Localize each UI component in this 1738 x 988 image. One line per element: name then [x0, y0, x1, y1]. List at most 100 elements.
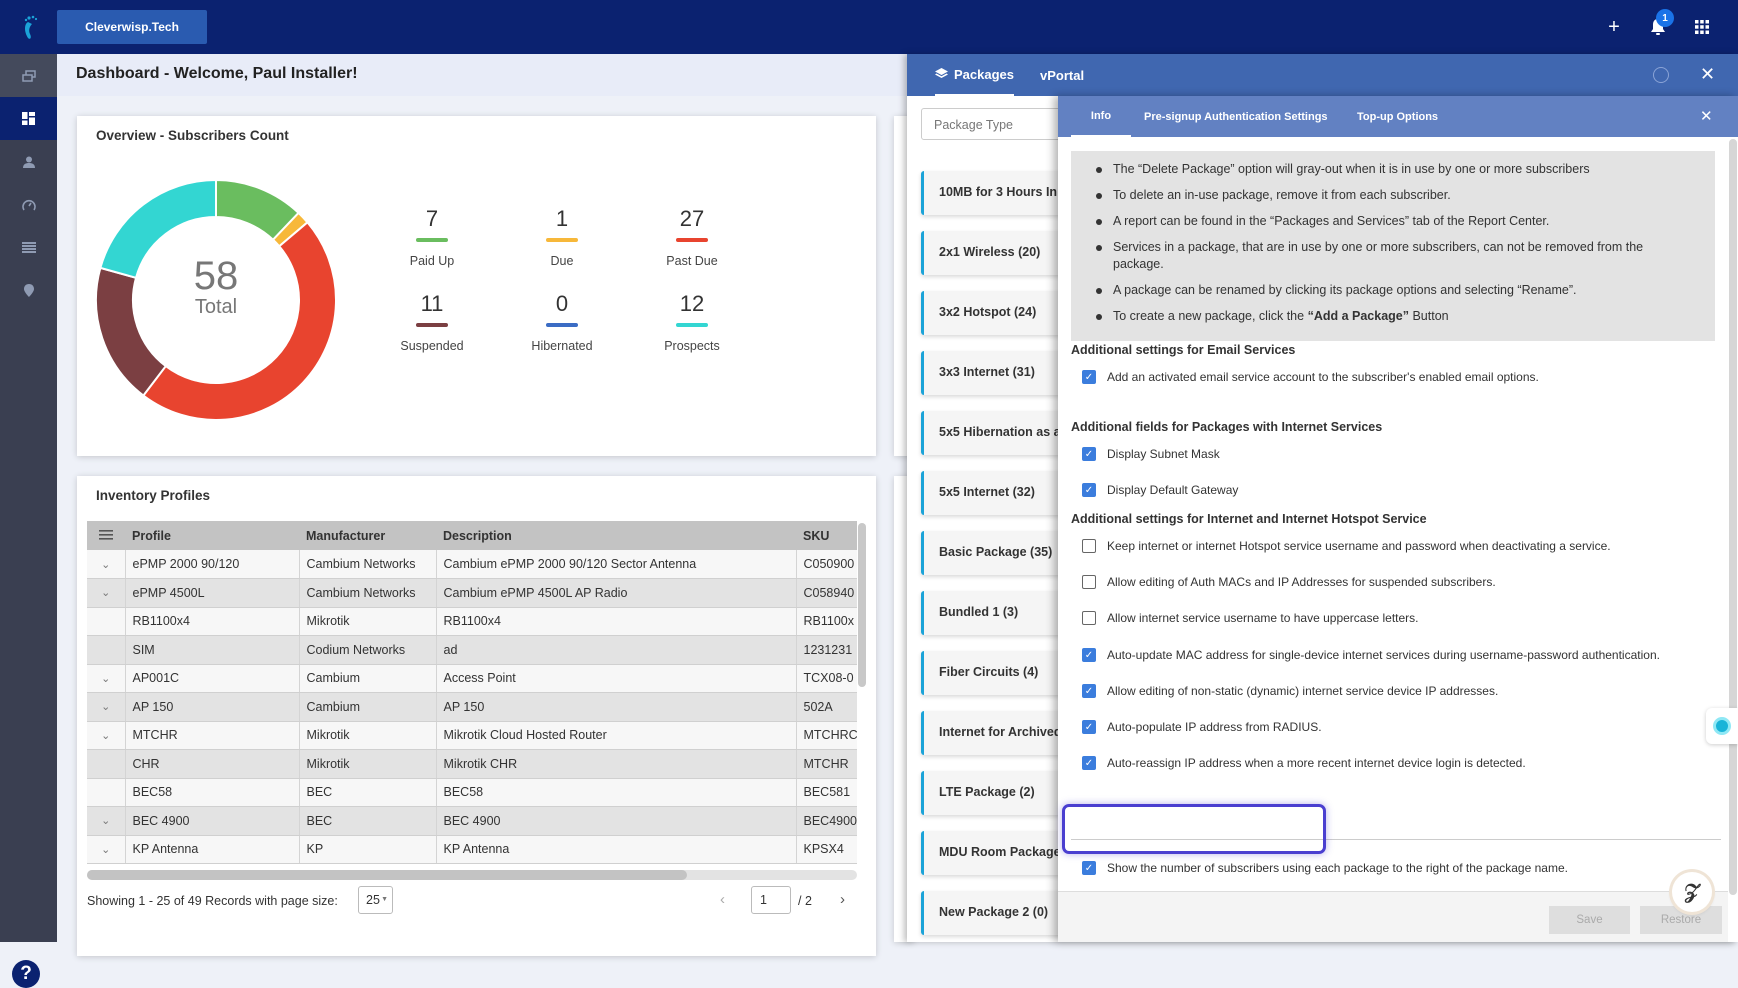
checkbox-option[interactable]: ✓ Display Subnet Mask — [1082, 447, 1220, 461]
package-item[interactable]: 5x5 Hibernation as a — [921, 411, 1058, 455]
cell-manufacturer: BEC — [299, 778, 437, 807]
package-item[interactable]: 10MB for 3 Hours In — [921, 171, 1058, 215]
expand-chevron-icon[interactable]: ⌄ — [87, 806, 126, 836]
page-size-select[interactable]: 25 ▼ — [358, 886, 393, 914]
column-header-profile[interactable]: Profile — [125, 521, 299, 550]
table-row[interactable]: ⌄ AP001C Cambium Access Point TCX08-0 — [87, 664, 857, 693]
stat-past-due[interactable]: 27 Past Due — [637, 206, 747, 270]
tab-presignup-auth[interactable]: Pre-signup Authentication Settings — [1144, 96, 1328, 137]
table-row[interactable]: RB1100x4 Mikrotik RB1100x4 RB1100x — [87, 607, 857, 636]
package-item[interactable]: 5x5 Internet (32) — [921, 471, 1058, 515]
stat-paid-up[interactable]: 7 Paid Up — [377, 206, 487, 270]
package-item[interactable]: 3x3 Internet (31) — [921, 351, 1058, 395]
package-type-select[interactable]: Package Type — [921, 108, 1058, 140]
checkbox-option[interactable]: ✓ Auto-reassign IP address when a more re… — [1082, 756, 1526, 770]
sidebar-item-gauge[interactable] — [0, 183, 57, 226]
table-row[interactable]: ⌄ BEC 4900 BEC BEC 4900 BEC4900 — [87, 806, 857, 836]
table-row[interactable]: CHR Mikrotik Mikrotik CHR MTCHR — [87, 749, 857, 779]
restore-button[interactable]: Restore — [1640, 906, 1722, 934]
layers-icon — [935, 68, 948, 78]
save-button[interactable]: Save — [1549, 906, 1630, 934]
checkbox-option[interactable]: Allow internet service username to have … — [1082, 611, 1419, 625]
package-item[interactable]: Bundled 1 (3) — [921, 591, 1058, 635]
checkbox-option[interactable]: Keep internet or internet Hotspot servic… — [1082, 539, 1611, 553]
stat-due[interactable]: 1 Due — [507, 206, 617, 270]
package-item[interactable]: Internet for Archived — [921, 711, 1058, 755]
tab-packages[interactable]: Packages — [935, 54, 1014, 96]
stat-value: 27 — [679, 206, 705, 231]
prev-page-icon[interactable]: ‹ — [720, 891, 725, 908]
donut-slice-past-due[interactable] — [141, 220, 336, 420]
checkbox-show-count[interactable]: ✓ Show the number of subscribers using e… — [1082, 861, 1568, 875]
package-item[interactable]: 2x1 Wireless (20) — [921, 231, 1058, 275]
sidebar-item-map[interactable] — [0, 269, 57, 312]
package-item[interactable]: New Package 2 (0) — [921, 891, 1058, 935]
expand-chevron-icon[interactable]: ⌄ — [87, 721, 126, 750]
expand-chevron-icon[interactable]: ⌄ — [87, 550, 126, 579]
sidebar-item-list[interactable] — [0, 226, 57, 269]
checkbox-checked-icon: ✓ — [1082, 684, 1096, 698]
help-button[interactable]: ? — [12, 960, 40, 988]
table-row[interactable]: ⌄ AP 150 Cambium AP 150 502A — [87, 692, 857, 722]
stat-value: 12 — [679, 291, 705, 316]
stat-value: 7 — [425, 206, 439, 231]
apps-grid-icon[interactable] — [1690, 15, 1714, 39]
stat-hibernated[interactable]: 0 Hibernated — [507, 291, 617, 355]
stat-prospects[interactable]: 12 Prospects — [637, 291, 747, 355]
table-row[interactable]: ⌄ ePMP 4500L Cambium Networks Cambium eP… — [87, 578, 857, 608]
checkbox-checked-icon: ✓ — [1082, 720, 1096, 734]
cell-sku: KPSX4 — [796, 835, 857, 864]
package-item[interactable]: Fiber Circuits (4) — [921, 651, 1058, 695]
sidebar-item-windows[interactable] — [0, 54, 57, 97]
close-panel-icon[interactable]: ✕ — [1700, 64, 1715, 85]
page-input[interactable]: 1 — [751, 886, 791, 914]
tab-vportal[interactable]: vPortal — [1040, 54, 1084, 96]
sidebar-item-dashboard[interactable] — [0, 97, 57, 140]
table-row[interactable]: BEC58 BEC BEC58 BEC581 — [87, 778, 857, 807]
add-icon[interactable]: + — [1602, 15, 1626, 39]
checkbox-option[interactable]: ✓ Add an activated email service account … — [1082, 370, 1539, 384]
table-row[interactable]: SIM Codium Networks ad 1231231 — [87, 635, 857, 665]
column-header-description[interactable]: Description — [436, 521, 796, 550]
checkbox-checked-icon: ✓ — [1082, 756, 1096, 770]
detail-scrollbar[interactable] — [1729, 139, 1737, 895]
assistant-widget[interactable] — [1706, 708, 1738, 744]
logo-icon[interactable] — [20, 14, 42, 40]
column-header-manufacturer[interactable]: Manufacturer — [299, 521, 436, 550]
checkbox-option[interactable]: ✓ Auto-update MAC address for single-devi… — [1082, 648, 1660, 662]
chat-launcher-button[interactable]: 𝒵 — [1672, 872, 1712, 912]
page-title: Dashboard - Welcome, Paul Installer! — [76, 65, 358, 82]
smiley-icon[interactable] — [1653, 67, 1669, 83]
expand-chevron-icon[interactable]: ⌄ — [87, 692, 126, 722]
expand-chevron-icon[interactable]: ⌄ — [87, 578, 126, 608]
tab-topup-options[interactable]: Top-up Options — [1357, 96, 1438, 137]
package-item[interactable]: 3x2 Hotspot (24) — [921, 291, 1058, 335]
cell-sku: 502A — [796, 692, 857, 722]
cell-profile: CHR — [125, 749, 300, 779]
column-menu-icon[interactable] — [87, 521, 125, 550]
package-item[interactable]: Basic Package (35) — [921, 531, 1058, 575]
stat-suspended[interactable]: 11 Suspended — [377, 291, 487, 355]
tab-info[interactable]: Info — [1071, 96, 1131, 137]
column-header-sku[interactable]: SKU — [796, 521, 857, 550]
table-row[interactable]: ⌄ KP Antenna KP KP Antenna KPSX4 — [87, 835, 857, 864]
package-item[interactable]: LTE Package (2) — [921, 771, 1058, 815]
expand-chevron-icon[interactable]: ⌄ — [87, 835, 126, 864]
table-row[interactable]: ⌄ MTCHR Mikrotik Mikrotik Cloud Hosted R… — [87, 721, 857, 750]
next-page-icon[interactable]: › — [840, 891, 845, 908]
package-item[interactable]: MDU Room Package — [921, 831, 1058, 875]
table-row[interactable]: ⌄ ePMP 2000 90/120 Cambium Networks Camb… — [87, 550, 857, 579]
checkbox-option[interactable]: ✓ Display Default Gateway — [1082, 483, 1238, 497]
table-horizontal-scrollbar[interactable] — [87, 870, 687, 880]
sidebar-item-users[interactable] — [0, 140, 57, 183]
close-detail-icon[interactable]: ✕ — [1700, 107, 1713, 125]
checkbox-option[interactable]: Allow editing of Auth MACs and IP Addres… — [1082, 575, 1496, 589]
checkbox-option[interactable]: ✓ Auto-populate IP address from RADIUS. — [1082, 720, 1322, 734]
stat-color-bar — [416, 238, 448, 242]
table-vertical-scrollbar[interactable] — [858, 523, 866, 687]
expand-chevron-icon[interactable]: ⌄ — [87, 664, 126, 693]
overview-card: Overview - Subscribers Count 58 Total 7 P… — [77, 116, 876, 456]
brand-button[interactable]: Cleverwisp.Tech — [57, 10, 207, 44]
cell-profile: BEC58 — [125, 778, 300, 807]
checkbox-option[interactable]: ✓ Allow editing of non-static (dynamic) i… — [1082, 684, 1498, 698]
